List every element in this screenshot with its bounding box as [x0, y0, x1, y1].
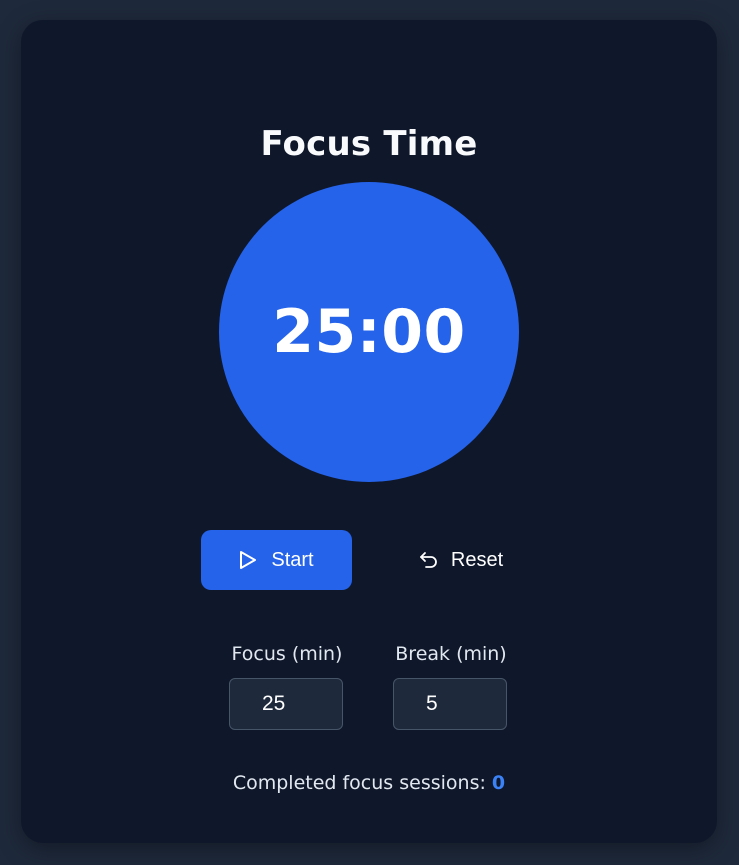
sessions-count: 0: [491, 772, 506, 794]
focus-label: Focus (min): [231, 643, 343, 665]
undo-icon: [419, 550, 439, 570]
reset-button[interactable]: Reset: [401, 530, 521, 590]
play-icon: [239, 550, 257, 570]
start-button-label: Start: [271, 548, 314, 571]
break-minutes-input[interactable]: [393, 678, 507, 730]
page-title: Focus Time: [260, 124, 478, 164]
timer-card: Focus Time 25:00 Start Reset Focus (min)…: [21, 20, 717, 843]
reset-button-label: Reset: [450, 548, 504, 571]
sessions-summary: Completed focus sessions: 0: [21, 772, 717, 794]
sessions-label: Completed focus sessions:: [232, 772, 486, 794]
start-button[interactable]: Start: [201, 530, 352, 590]
timer-circle: 25:00: [219, 182, 519, 482]
focus-minutes-input[interactable]: [229, 678, 343, 730]
break-label: Break (min): [395, 643, 507, 665]
timer-display: 25:00: [272, 297, 466, 367]
